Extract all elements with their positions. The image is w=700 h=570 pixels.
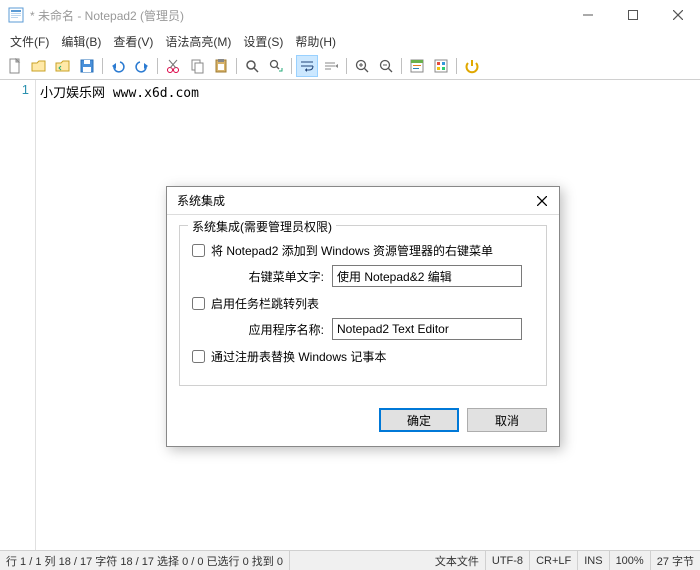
replace-notepad-checkbox[interactable] bbox=[192, 350, 205, 363]
dialog-title-bar[interactable]: 系统集成 bbox=[167, 187, 559, 215]
dialog-body: 系统集成(需要管理员权限) 将 Notepad2 添加到 Windows 资源管… bbox=[167, 215, 559, 402]
system-integration-dialog: 系统集成 系统集成(需要管理员权限) 将 Notepad2 添加到 Window… bbox=[166, 186, 560, 447]
dialog-title: 系统集成 bbox=[177, 192, 527, 209]
ok-button[interactable]: 确定 bbox=[379, 408, 459, 432]
replace-notepad-row: 通过注册表替换 Windows 记事本 bbox=[192, 348, 534, 365]
integration-groupbox: 系统集成(需要管理员权限) 将 Notepad2 添加到 Windows 资源管… bbox=[179, 225, 547, 386]
jumplist-row: 启用任务栏跳转列表 bbox=[192, 295, 534, 312]
context-menu-checkbox[interactable] bbox=[192, 244, 205, 257]
jumplist-checkbox[interactable] bbox=[192, 297, 205, 310]
context-menu-row: 将 Notepad2 添加到 Windows 资源管理器的右键菜单 bbox=[192, 242, 534, 259]
cancel-button[interactable]: 取消 bbox=[467, 408, 547, 432]
app-name-input[interactable] bbox=[332, 318, 522, 340]
app-name-row: 应用程序名称: bbox=[214, 318, 534, 340]
dialog-overlay: 系统集成 系统集成(需要管理员权限) 将 Notepad2 添加到 Window… bbox=[0, 0, 700, 570]
context-menu-label: 将 Notepad2 添加到 Windows 资源管理器的右键菜单 bbox=[211, 242, 493, 259]
dialog-button-row: 确定 取消 bbox=[167, 402, 559, 446]
app-name-label: 应用程序名称: bbox=[214, 321, 324, 338]
context-text-input[interactable] bbox=[332, 265, 522, 287]
context-text-label: 右键菜单文字: bbox=[214, 268, 324, 285]
dialog-close-button[interactable] bbox=[527, 189, 557, 213]
jumplist-label: 启用任务栏跳转列表 bbox=[211, 295, 319, 312]
context-text-row: 右键菜单文字: bbox=[214, 265, 534, 287]
groupbox-legend: 系统集成(需要管理员权限) bbox=[188, 218, 336, 235]
replace-notepad-label: 通过注册表替换 Windows 记事本 bbox=[211, 348, 386, 365]
